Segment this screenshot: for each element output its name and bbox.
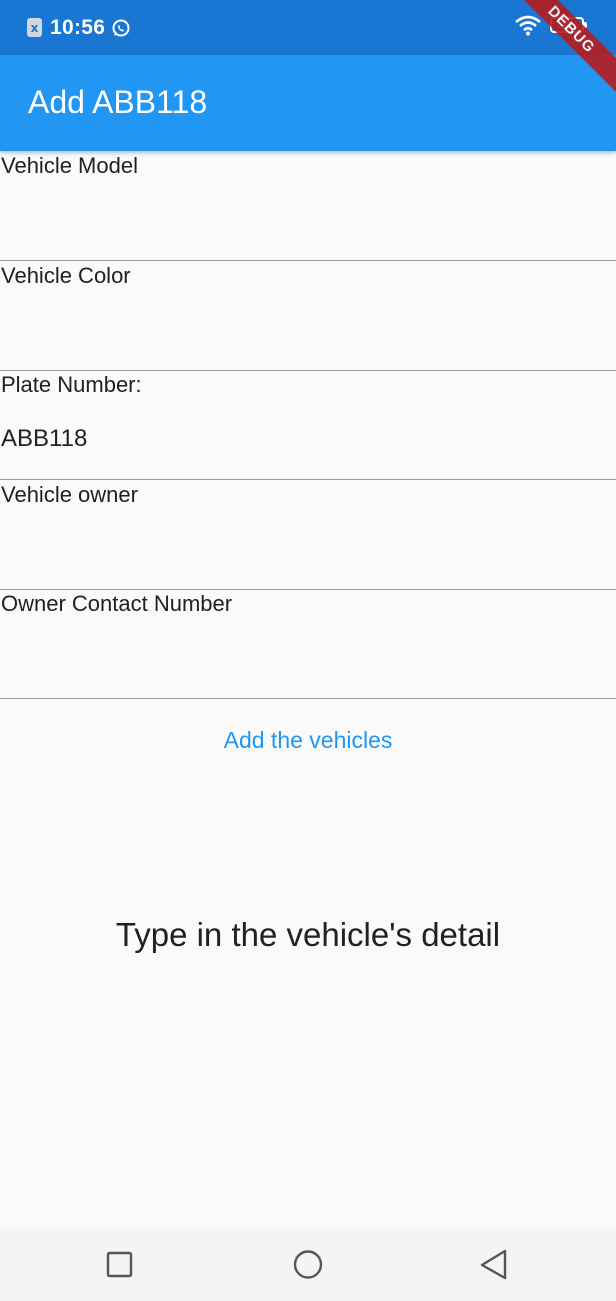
owner-contact-label: Owner Contact Number (1, 591, 233, 616)
status-time: 10:56 (50, 16, 106, 39)
vehicle-color-field[interactable]: Vehicle Color (0, 261, 616, 371)
whatsapp-icon (112, 19, 130, 37)
page-title: Add ABB118 (28, 84, 208, 120)
recents-icon[interactable] (102, 1248, 136, 1282)
system-nav-bar (0, 1229, 616, 1301)
status-bar-left: x 10:56 (26, 15, 131, 41)
debug-banner: DEBUG (516, 0, 616, 92)
svg-text:x: x (31, 21, 39, 35)
plate-number-field[interactable]: Plate Number: ABB118 (0, 370, 616, 480)
plate-number-label: Plate Number: (1, 372, 142, 397)
vehicle-model-label: Vehicle Model (1, 153, 138, 178)
vehicle-color-label: Vehicle Color (1, 263, 131, 288)
vehicle-owner-label: Vehicle owner (1, 482, 138, 507)
instruction-message: Type in the vehicle's detail (115, 916, 501, 953)
back-icon[interactable] (477, 1248, 511, 1282)
plate-number-value: ABB118 (1, 425, 88, 452)
vehicle-model-field[interactable]: Vehicle Model (0, 151, 616, 261)
debug-banner-wrap: DEBUG (516, 0, 616, 100)
vehicle-owner-field[interactable]: Vehicle owner (0, 480, 616, 590)
owner-contact-field[interactable]: Owner Contact Number (0, 589, 616, 699)
home-icon[interactable] (291, 1248, 325, 1282)
add-vehicles-button[interactable]: Add the vehicles (0, 720, 616, 760)
app-notification-icon: x (27, 18, 42, 37)
